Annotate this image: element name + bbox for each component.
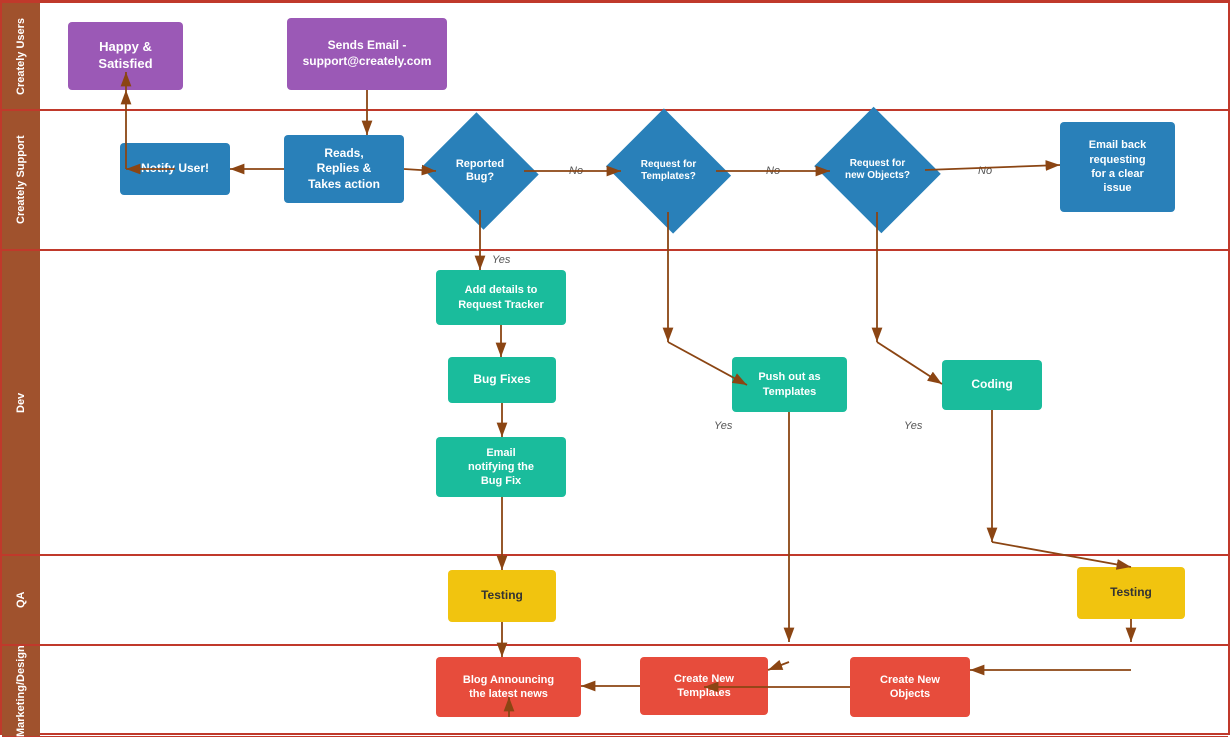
node-push-templates: Push out asTemplates [732,357,847,412]
lane-support-label: Creately Support [2,111,40,249]
node-coding: Coding [942,360,1042,410]
lane-qa-label: QA [2,556,40,644]
lane-users-label: Creately Users [2,3,40,109]
lane-dev: Dev [2,250,1228,555]
node-create-templates: Create NewTemplates [640,657,768,715]
node-testing-left: Testing [448,570,556,622]
node-blog: Blog Announcingthe latest news [436,657,581,717]
node-sends-email: Sends Email -support@creately.com [287,18,447,90]
node-email-back: Email backrequestingfor a clearissue [1060,122,1175,212]
lane-dev-label: Dev [2,251,40,554]
lane-marketing-content [40,646,1228,736]
label-yes-1: Yes [492,254,510,266]
lane-users: Creately Users [2,2,1228,110]
lane-users-content [40,3,1228,109]
lane-marketing-label: Marketing/Design [2,646,40,736]
node-add-details: Add details toRequest Tracker [436,270,566,325]
lane-qa: QA [2,555,1228,645]
lane-dev-content [40,251,1228,554]
diagram-container: Creately Users Creately Support Dev QA M… [0,0,1230,735]
lane-qa-content [40,556,1228,644]
node-bug-fixes: Bug Fixes [448,357,556,403]
label-no-3: No [978,165,992,177]
node-create-objects: Create NewObjects [850,657,970,717]
node-happy-satisfied: Happy & Satisfied [68,22,183,90]
label-no-2: No [766,165,780,177]
label-yes-3: Yes [904,420,922,432]
node-testing-right: Testing [1077,567,1185,619]
label-no-1: No [569,165,583,177]
node-reads-replies: Reads,Replies &Takes action [284,135,404,203]
node-notify-user: Notify User! [120,143,230,195]
lane-marketing: Marketing/Design [2,645,1228,737]
node-email-notifying: Emailnotifying theBug Fix [436,437,566,497]
label-yes-2: Yes [714,420,732,432]
